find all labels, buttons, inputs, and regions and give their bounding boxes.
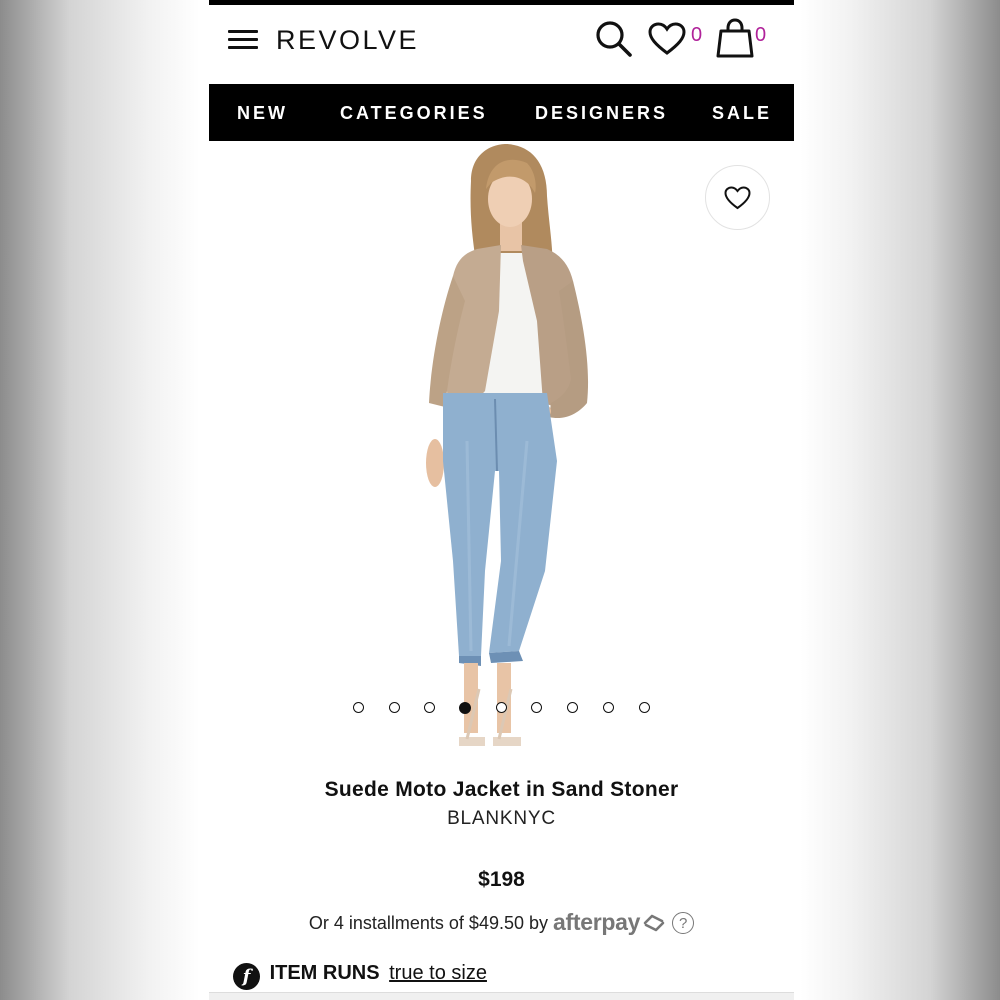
fit-info: f ITEM RUNS true to size: [233, 958, 487, 990]
gallery-dot[interactable]: [424, 702, 435, 713]
afterpay-logo: afterpay: [553, 909, 641, 935]
gallery-dot[interactable]: [531, 702, 542, 713]
bag-count: 0: [755, 24, 767, 46]
bottom-bar: [209, 992, 794, 1000]
gallery-dot[interactable]: [496, 702, 507, 713]
product-title: Suede Moto Jacket in Sand Stoner: [324, 778, 679, 801]
add-to-wishlist-button[interactable]: [705, 165, 770, 230]
nav-item-new[interactable]: NEW: [237, 102, 288, 124]
product-designer-link[interactable]: BLANKNYC: [209, 806, 794, 832]
site-logo[interactable]: REVOLVE: [276, 23, 419, 57]
gallery-dot[interactable]: [353, 702, 364, 713]
afterpay-text: Or 4 installments of $49.50 by: [308, 913, 548, 933]
help-icon[interactable]: ?: [672, 912, 695, 934]
fit-value-link[interactable]: true to size: [389, 962, 487, 984]
nav-item-designers[interactable]: DESIGNERS: [535, 102, 668, 124]
phone-screen: REVOLVE 0 0 NEW CATEGORIES DESIGNERS SAL…: [209, 0, 794, 1000]
site-header: REVOLVE 0 0: [209, 5, 794, 84]
gallery-pagination: [209, 701, 794, 718]
gallery-dot-active[interactable]: [459, 701, 471, 714]
fit-label: ITEM RUNS: [269, 962, 380, 984]
heart-icon: [724, 186, 751, 210]
fit-icon: f: [233, 963, 260, 990]
afterpay-message: Or 4 installments of $49.50 by afterpay …: [209, 908, 794, 937]
gallery-dot[interactable]: [567, 702, 578, 713]
heart-icon[interactable]: [647, 21, 687, 57]
gallery-dot[interactable]: [603, 702, 614, 713]
nav-item-sale[interactable]: SALE: [712, 102, 772, 124]
search-icon[interactable]: [594, 19, 634, 59]
main-nav: NEW CATEGORIES DESIGNERS SALE: [209, 84, 794, 141]
hamburger-icon[interactable]: [228, 30, 258, 50]
afterpay-arrows-icon: [643, 914, 665, 932]
product-image: [426, 144, 589, 746]
gallery-dot[interactable]: [639, 702, 650, 713]
nav-item-categories[interactable]: CATEGORIES: [340, 102, 488, 124]
product-price: $198: [478, 868, 525, 891]
product-gallery[interactable]: [209, 141, 794, 766]
gallery-dot[interactable]: [389, 702, 400, 713]
shopping-bag-icon[interactable]: [715, 17, 755, 59]
wishlist-count: 0: [691, 24, 703, 46]
